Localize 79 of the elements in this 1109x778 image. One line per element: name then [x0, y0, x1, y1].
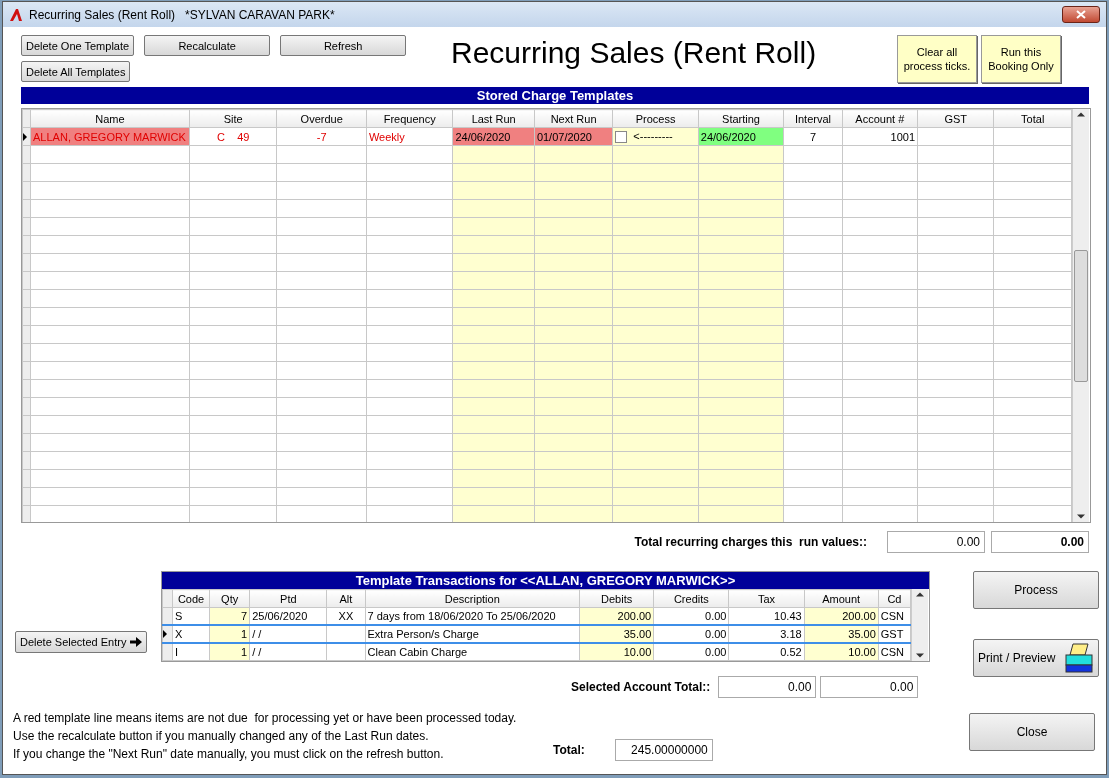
total-field: 0.00 — [991, 531, 1089, 553]
column-header[interactable]: GST — [917, 109, 994, 128]
app-logo-icon — [9, 7, 23, 22]
action-button[interactable]: Run this Booking Only — [981, 35, 1061, 83]
table-cell — [326, 625, 365, 643]
close-button[interactable]: Close — [969, 713, 1095, 751]
table-cell: 0.00 — [653, 625, 729, 643]
table-cell: I — [172, 643, 210, 661]
row-pointer-icon — [163, 630, 167, 638]
table-cell: 35.00 — [579, 625, 654, 643]
total-field: 0.00 — [887, 531, 985, 553]
process-checkbox[interactable] — [615, 131, 628, 144]
column-header[interactable]: Interval — [783, 109, 843, 128]
column-header[interactable]: Overdue — [276, 109, 367, 128]
help-note: A red template line means items are not due for processing yet or have been processed today. — [13, 711, 518, 725]
column-header[interactable]: Credits — [653, 589, 729, 608]
total-field: 0.00 — [820, 676, 919, 698]
total-label: Total recurring charges this run values:: — [634, 535, 867, 549]
column-header[interactable]: Name — [30, 109, 190, 128]
window-title: Recurring Sales (Rent Roll) *SYLVAN CARAVAN PARK* — [29, 7, 335, 22]
action-button[interactable]: Clear all process ticks. — [897, 35, 977, 83]
table-cell: Extra Person/s Charge — [365, 625, 580, 643]
help-note: If you change the "Next Run" date manually, you must click on the refresh button. — [13, 747, 445, 761]
total-field: 245.00000000 — [614, 739, 713, 761]
process-button[interactable]: Process — [973, 571, 1099, 609]
column-header[interactable]: Process — [612, 109, 699, 128]
column-header[interactable]: Amount — [804, 589, 879, 608]
column-header[interactable]: Frequency — [366, 109, 453, 128]
column-header[interactable]: Debits — [579, 589, 654, 608]
column-header[interactable]: Account # — [842, 109, 918, 128]
total-label: Total: — [553, 743, 585, 757]
grid-title-bar: Stored Charge Templates — [21, 87, 1089, 104]
column-header[interactable]: Cd — [878, 589, 911, 608]
delete-entry-button[interactable]: Delete Selected Entry — [15, 631, 148, 653]
grid-title-bar: Template Transactions for <<ALLAN, GREGORY MARWICK>> — [162, 572, 929, 589]
toolbar-button[interactable]: Delete One Template — [21, 35, 135, 56]
table-cell: CSN — [878, 643, 911, 661]
total-label: Selected Account Total:: — [571, 680, 711, 694]
column-header[interactable]: Total — [993, 109, 1072, 128]
row-pointer-icon — [23, 132, 27, 141]
table-cell: Weekly — [366, 127, 453, 146]
table-cell — [326, 643, 365, 661]
arrow-right-icon — [130, 637, 143, 647]
printer-icon — [1064, 643, 1094, 673]
table-cell: C 49 — [189, 127, 277, 146]
close-icon — [1076, 10, 1086, 19]
column-header[interactable]: Site — [189, 109, 277, 128]
column-header[interactable]: Description — [365, 589, 580, 608]
toolbar-button[interactable]: Refresh — [280, 35, 407, 56]
table-cell: 0.52 — [728, 643, 805, 661]
table-cell: 35.00 — [804, 625, 879, 643]
table-cell: 7 — [783, 127, 843, 146]
table-cell: / / — [249, 625, 327, 643]
toolbar-button[interactable]: Recalculate — [144, 35, 271, 56]
table-cell: 3.18 — [728, 625, 805, 643]
print-preview-button[interactable]: Print / Preview — [973, 639, 1099, 677]
toolbar-button[interactable]: Delete All Templates — [21, 61, 131, 82]
scrollbar[interactable] — [911, 589, 928, 661]
column-header[interactable]: Tax — [728, 589, 805, 608]
column-header[interactable]: Alt — [326, 589, 365, 608]
column-header[interactable]: Ptd — [249, 589, 327, 608]
table-cell: 7 days from 18/06/2020 To 25/06/2020 — [365, 607, 580, 625]
column-header[interactable]: Starting — [698, 109, 784, 128]
table-cell: -7 — [276, 127, 367, 146]
column-header[interactable]: Next Run — [534, 109, 613, 128]
column-header[interactable]: Qty — [209, 589, 250, 608]
close-button[interactable] — [1062, 6, 1100, 23]
table-cell: 1 — [209, 625, 250, 643]
column-header[interactable]: Code — [172, 589, 210, 608]
column-header[interactable]: Last Run — [452, 109, 535, 128]
page-heading: Recurring Sales (Rent Roll) — [451, 35, 818, 71]
arrow-text: <--------- — [633, 129, 673, 142]
table-cell: 0.00 — [653, 643, 729, 661]
scrollbar[interactable] — [1072, 109, 1089, 522]
table-cell: Clean Cabin Charge — [365, 643, 580, 661]
total-field: 0.00 — [718, 676, 817, 698]
help-note: Use the recalculate button if you manually changed any of the Last Run dates. — [13, 729, 430, 743]
table-cell: / / — [249, 643, 327, 661]
table-cell: 1001 — [842, 127, 918, 146]
